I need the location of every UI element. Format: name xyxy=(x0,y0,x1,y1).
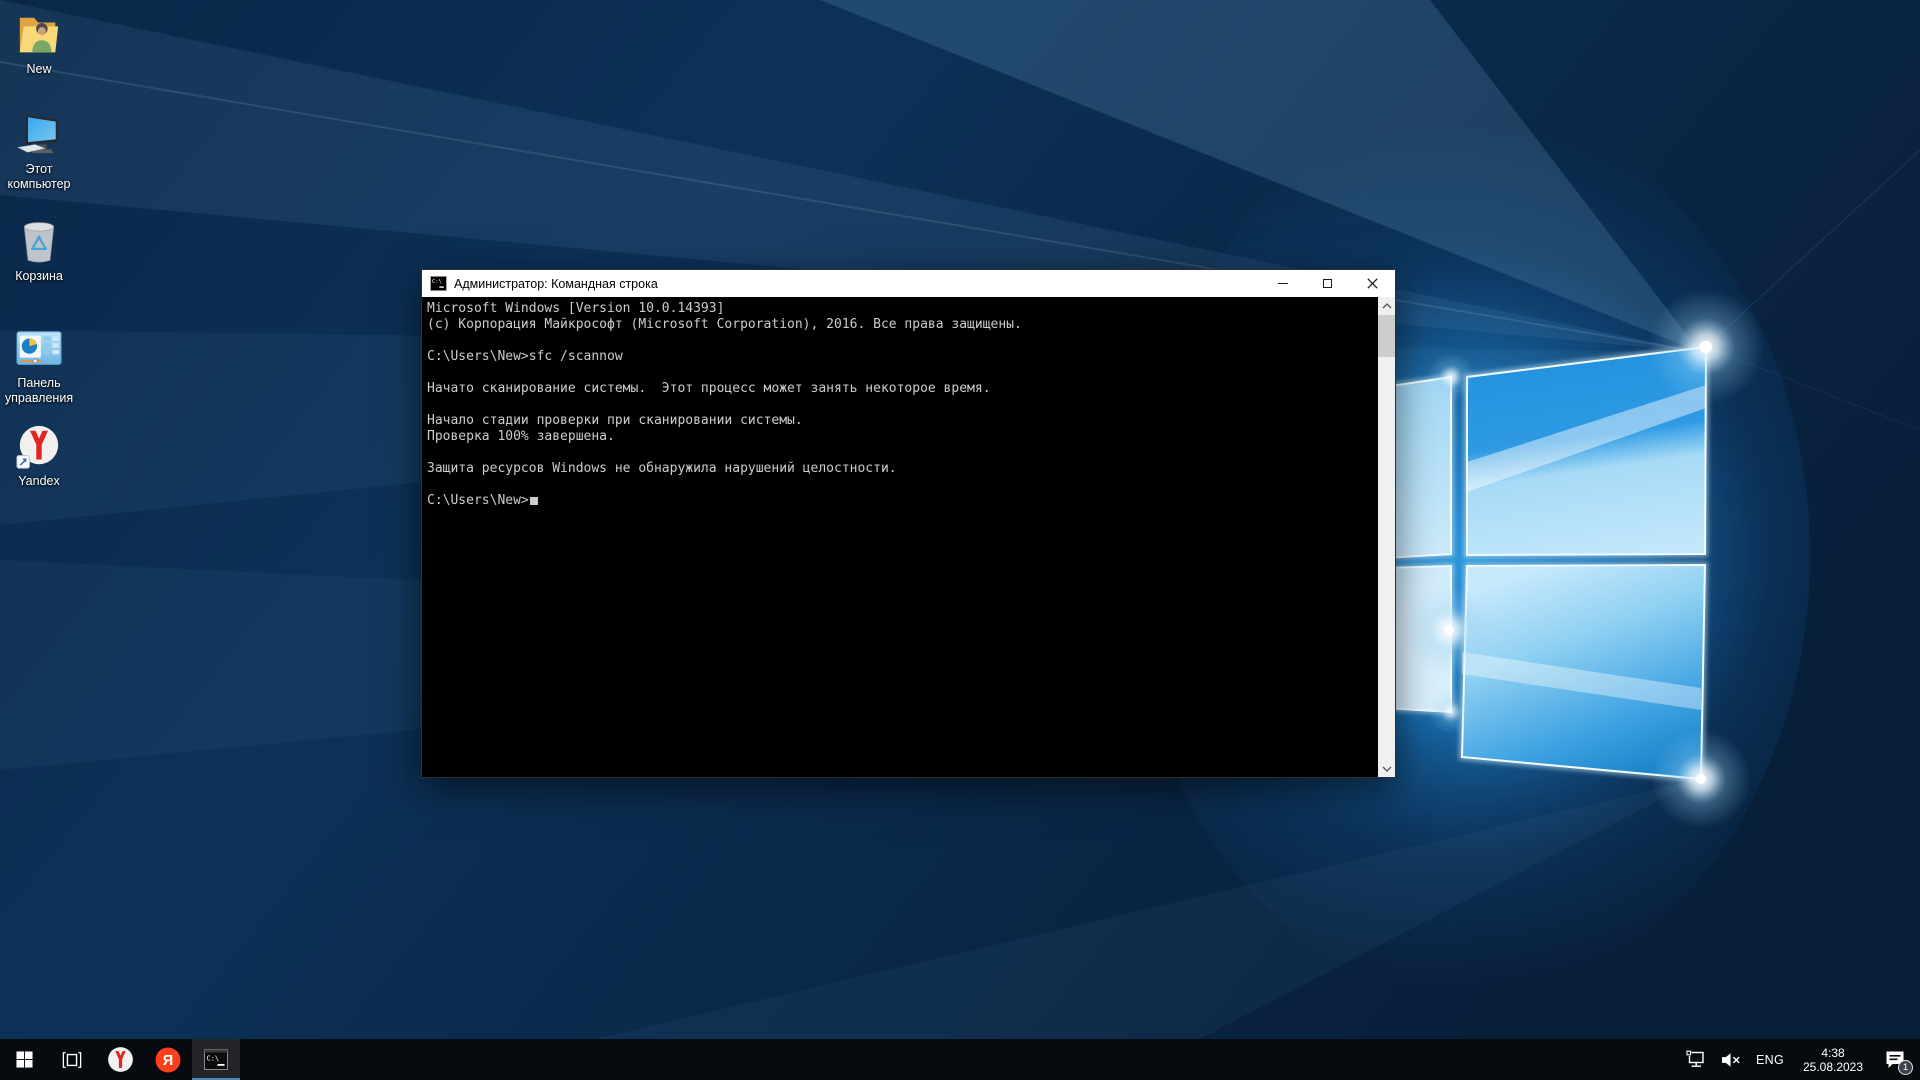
scroll-down-button[interactable] xyxy=(1378,760,1395,777)
task-view-icon xyxy=(61,1050,83,1070)
terminal[interactable]: Microsoft Windows [Version 10.0.14393] (… xyxy=(422,297,1378,777)
clock-time: 4:38 xyxy=(1798,1046,1868,1060)
terminal-line: (c) Корпорация Майкрософт (Microsoft Cor… xyxy=(427,317,1376,333)
svg-text:C:\: C:\ xyxy=(207,1055,220,1063)
control-panel-icon xyxy=(16,326,62,372)
desktop-icon-yandex[interactable]: Yandex xyxy=(0,424,78,489)
recycle-bin-icon xyxy=(16,219,62,265)
close-icon xyxy=(1367,278,1378,289)
desktop-icon-label: New xyxy=(26,62,51,77)
scroll-up-button[interactable] xyxy=(1378,297,1395,314)
terminal-line: C:\Users\New>sfc /scannow xyxy=(427,349,1376,365)
minimize-button[interactable] xyxy=(1260,270,1305,297)
user-folder-icon xyxy=(16,12,62,58)
language-indicator[interactable]: ENG xyxy=(1756,1053,1784,1067)
command-prompt-window: C:\ Администратор: Командная строка Micr… xyxy=(421,269,1396,778)
system-tray: ENG 4:38 25.08.2023 1 xyxy=(1685,1039,1920,1080)
notification-badge: 1 xyxy=(1898,1060,1913,1075)
desktop-icon-label: Этот компьютер xyxy=(7,162,70,192)
terminal-line: Проверка 100% завершена. xyxy=(427,429,1376,445)
terminal-cursor xyxy=(530,497,538,505)
maximize-icon xyxy=(1323,279,1332,288)
terminal-line: Начало стадии проверки при сканировании … xyxy=(427,413,1376,429)
terminal-line xyxy=(427,333,1376,349)
terminal-line xyxy=(427,445,1376,461)
yandex-ya-icon: Я xyxy=(155,1047,181,1073)
terminal-scrollbar[interactable] xyxy=(1378,297,1395,777)
task-view-button[interactable] xyxy=(48,1039,96,1080)
window-titlebar[interactable]: C:\ Администратор: Командная строка xyxy=(422,270,1395,297)
chevron-up-icon xyxy=(1382,303,1392,309)
taskbar-command-prompt-button[interactable]: C:\ xyxy=(192,1039,240,1080)
svg-text:Я: Я xyxy=(163,1053,173,1069)
terminal-line: Microsoft Windows [Version 10.0.14393] xyxy=(427,301,1376,317)
action-center-button[interactable]: 1 xyxy=(1882,1048,1908,1072)
minimize-icon xyxy=(1278,283,1288,284)
desktop-icon-new-folder[interactable]: New xyxy=(0,12,78,77)
desktop-icon-label: Панель управления xyxy=(5,376,73,406)
windows-logo-icon xyxy=(16,1051,33,1068)
yandex-browser-icon xyxy=(16,424,62,470)
taskbar-yandex-app-button[interactable]: Я xyxy=(144,1039,192,1080)
scrollbar-thumb[interactable] xyxy=(1378,315,1395,357)
this-pc-icon xyxy=(16,112,62,158)
terminal-prompt-line: C:\Users\New> xyxy=(427,493,1376,509)
terminal-line: Начато сканирование системы. Этот процес… xyxy=(427,381,1376,397)
volume-muted-icon[interactable] xyxy=(1721,1052,1742,1068)
cmd-icon: C:\ xyxy=(204,1049,228,1070)
start-button[interactable] xyxy=(0,1039,48,1080)
desktop-icon-control-panel[interactable]: Панель управления xyxy=(0,326,78,406)
window-title: Администратор: Командная строка xyxy=(454,277,658,291)
desktop-icon-this-pc[interactable]: Этот компьютер xyxy=(0,112,78,192)
terminal-prompt: C:\Users\New> xyxy=(427,493,529,508)
terminal-line xyxy=(427,365,1376,381)
desktop-icon-recycle-bin[interactable]: Корзина xyxy=(0,219,78,284)
cmd-icon: C:\ xyxy=(430,276,447,291)
terminal-line xyxy=(427,477,1376,493)
clock-date: 25.08.2023 xyxy=(1798,1060,1868,1074)
taskbar-clock[interactable]: 4:38 25.08.2023 xyxy=(1798,1046,1868,1074)
ethernet-icon[interactable] xyxy=(1685,1050,1707,1069)
yandex-y-icon xyxy=(107,1046,134,1073)
chevron-down-icon xyxy=(1382,766,1392,772)
close-button[interactable] xyxy=(1350,270,1395,297)
desktop-icon-label: Yandex xyxy=(18,474,59,489)
desktop-icon-label: Корзина xyxy=(15,269,63,284)
taskbar-yandex-browser-button[interactable] xyxy=(96,1039,144,1080)
svg-text:C:\: C:\ xyxy=(432,279,442,285)
terminal-line xyxy=(427,397,1376,413)
terminal-line: Защита ресурсов Windows не обнаружила на… xyxy=(427,461,1376,477)
taskbar: Я C:\ xyxy=(0,1039,1920,1080)
maximize-button[interactable] xyxy=(1305,270,1350,297)
desktop: New Этот компьютер xyxy=(0,0,1920,1080)
